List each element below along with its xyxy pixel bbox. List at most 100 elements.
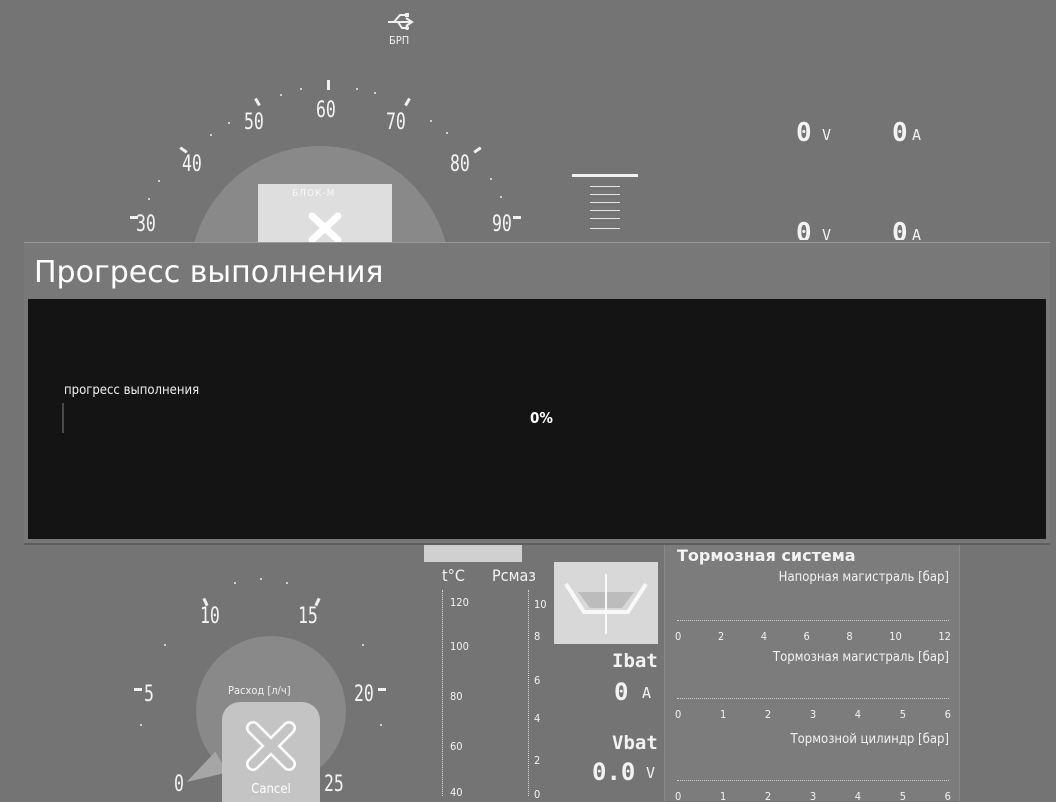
battery-panel: Ibat 0 A Vbat 0.0 V [580,650,664,800]
gauge-scale [677,760,949,781]
ibat-unit: A [642,684,652,702]
amp-value: 0 [892,218,908,240]
brake-title: Тормозная система [677,546,856,565]
gauge-scale [677,678,949,699]
gauge-tick: 1 [719,790,727,801]
temp-tick-label: 40 [450,786,463,799]
progress-dialog: Прогресс выполнения прогресс выполнения … [24,242,1050,545]
usb-icon [388,13,414,30]
electric-row-2: 0 V 0 A [796,218,956,240]
gauge-tick: 8 [846,630,853,643]
speed-tick [130,216,138,219]
gauge-tick: 12 [938,630,951,643]
speed-tick [404,97,411,107]
temp-tick-label: 100 [450,640,469,653]
gauge-tick: 10 [889,630,902,643]
disconnected-icon [308,212,342,242]
speed-label-70: 70 [386,110,406,135]
progress-fill [62,403,64,433]
speed-label-80: 80 [450,152,470,177]
temp-tick-label: 120 [450,596,469,609]
speed-tick [179,146,188,154]
brake-gauge: Напорная магистраль [бар] 0 2 4 6 8 10 1… [665,570,959,648]
speed-label-50: 50 [244,110,264,135]
speed-label-30: 30 [136,212,156,237]
vbat-unit: V [646,764,656,782]
speed-tick [473,146,482,154]
press-tick-label: 10 [534,598,547,611]
dialog-title: Прогресс выполнения [34,255,384,290]
temp-scale [442,590,445,796]
press-tick-label: 4 [534,712,541,725]
gauge-tick: 2 [764,790,772,801]
gauge-tick: 5 [899,790,906,801]
brake-gauge: Тормозная магистраль [бар] 0 1 2 3 4 5 6 [665,650,959,728]
volt-value: 0 [796,118,812,148]
cancel-button[interactable]: Cancel [222,702,320,802]
speed-label-40: 40 [182,152,202,177]
gauge-tick: 6 [803,630,810,643]
press-tick-label: 0 [534,788,541,801]
cancel-label: Cancel [251,782,291,797]
fuel-gauge: Расход [л/ч] Cancel 5 10 15 20 25 0 [110,560,430,802]
fuel-label-15: 15 [298,604,318,629]
speedometer: БЛОК-М 30 40 50 60 70 80 90 [120,70,521,406]
gauge-tick: 1 [719,708,727,721]
gauge-tick: 5 [899,708,906,721]
fuel-tick [134,688,142,691]
cancel-icon [246,721,296,771]
press-tick-label: 2 [534,754,541,767]
ibat-value: 0 [614,678,629,706]
gauge-label: Напорная магистраль [бар] [778,570,949,585]
fuel-tick [314,597,321,607]
usb-label: БРП [389,34,410,47]
temp-tick-label: 60 [450,740,463,753]
gauge-tick: 4 [854,790,862,801]
speed-tick [513,216,521,219]
dialog-body: прогресс выполнения 0% [28,299,1046,539]
thermo-panel: t°C Рсмаз 120 100 80 60 40 10 8 6 4 2 0 [424,540,554,801]
gauge-ticks: 0 1 2 3 4 5 6 [675,708,951,721]
gauge-tick: 6 [944,790,951,801]
press-label: Рсмаз [492,566,536,585]
amp-unit: A [912,126,922,144]
gauge-tick: 2 [764,708,772,721]
brake-pad-indicator [554,562,658,644]
gauge-scale [677,600,949,621]
gauge-tick: 3 [809,790,817,801]
temp-label: t°C [442,566,465,585]
brake-system-panel: Тормозная система Напорная магистраль [б… [664,540,960,801]
fuel-label-25: 25 [324,772,344,797]
status-label: прогресс выполнения [64,383,200,398]
fuel-tick [378,688,386,691]
gauge-ticks: 0 1 2 3 4 5 6 [675,790,951,801]
fuel-label-10: 10 [200,604,220,629]
gauge-tick: 6 [944,708,951,721]
press-tick-label: 6 [534,674,541,687]
speed-label-60: 60 [316,98,336,123]
vbat-label: Vbat [612,732,658,754]
gauge-tick: 2 [717,630,725,643]
gauge-tick: 0 [675,708,682,721]
gauge-ticks: 0 2 4 6 8 10 12 [675,630,951,643]
temp-tick-label: 80 [450,690,463,703]
gauge-tick: 0 [675,630,682,643]
amp-value: 0 [892,118,908,148]
level-indicator [572,174,638,244]
fuel-label: Расход [л/ч] [228,684,291,697]
amp-unit: A [912,226,922,240]
fuel-label-20: 20 [354,682,374,707]
speed-tick [254,97,261,107]
press-scale [528,590,531,796]
progress-bar: 0% [62,403,1012,433]
brake-pads-icon [564,574,648,634]
speed-tick [327,80,330,90]
module-label: БЛОК-М [292,188,336,199]
gauge-tick: 0 [675,790,682,801]
gauge-tick: 3 [809,708,817,721]
brake-gauge: Тормозной цилиндр [бар] 0 1 2 3 4 5 6 [665,732,959,801]
usb-indicator: БРП [384,12,418,48]
volt-unit: V [822,126,832,144]
progress-percent: 0% [530,409,553,427]
vbat-value: 0.0 [592,758,636,786]
